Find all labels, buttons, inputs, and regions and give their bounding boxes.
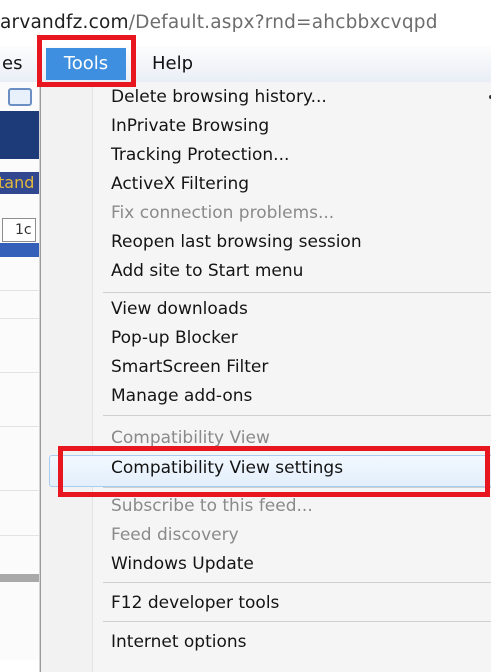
menu-item-partial[interactable]: es [0,48,32,80]
page-divider [0,426,40,427]
menu-item-help[interactable]: Help [142,48,203,80]
menu-item-fix-connection: Fix connection problems... [111,203,335,223]
page-icon [8,88,32,106]
menu-separator [103,582,491,583]
menu-separator [103,415,491,416]
menu-item-popup-blocker[interactable]: Pop-up Blocker [111,325,238,351]
page-input-field[interactable]: 1c [2,218,36,242]
menu-item-compatibility-view: Compatibility View [111,428,270,448]
menu-item-add-to-start[interactable]: Add site to Start menu [111,258,303,284]
menu-separator [103,487,491,488]
address-path: /Default.aspx?rnd=ahcbbxcvqpd [128,12,438,33]
menu-item-tracking-protection[interactable]: Tracking Protection... [111,142,289,168]
menu-item-tools[interactable]: Tools [46,48,126,80]
address-bar[interactable]: arvandfz.com/Default.aspx?rnd=ahcbbxcvqp… [0,0,491,46]
page-blue-bar [0,243,40,257]
page-header-band [0,111,40,159]
menu-item-manage-addons[interactable]: Manage add-ons [111,383,252,409]
menu-item-windows-update[interactable]: Windows Update [111,551,254,577]
page-divider [0,490,40,491]
page-divider [0,290,40,291]
menu-item-activex-filtering[interactable]: ActiveX Filtering [111,171,249,197]
menu-item-reopen-session[interactable]: Reopen last browsing session [111,229,362,255]
menu-item-smartscreen[interactable]: SmartScreen Filter [111,354,268,380]
menu-item-internet-options[interactable]: Internet options [111,629,247,655]
page-divider [0,318,40,319]
menu-item-compatibility-view-settings[interactable]: Compatibility View settings [111,455,343,481]
page-divider [0,535,40,536]
menu-item-subscribe-feed: Subscribe to this feed... [111,496,313,516]
menu-item-view-downloads[interactable]: View downloads [111,296,248,322]
menu-separator [103,621,491,622]
menu-item-f12-developer-tools[interactable]: F12 developer tools [111,590,279,616]
page-highlight-text: tand [0,172,40,194]
page-divider [0,372,40,373]
page-scrollbar[interactable] [0,574,40,582]
address-host: arvandfz.com [0,12,129,33]
menu-separator [103,292,491,293]
menu-item-inprivate[interactable]: InPrivate Browsing [111,113,269,139]
menu-item-feed-discovery: Feed discovery [111,525,239,545]
menu-bar: es Tools Help [0,46,491,83]
tools-menu: Delete browsing history... InPrivate Bro… [40,82,491,672]
menu-item-delete-history[interactable]: Delete browsing history... [111,84,327,110]
menu-icon-gutter [41,82,93,672]
